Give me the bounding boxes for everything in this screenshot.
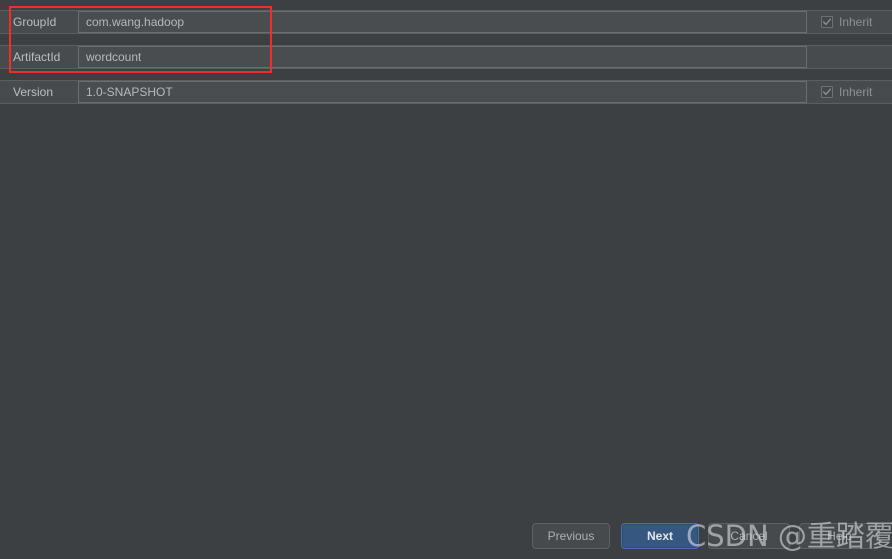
dialog-button-bar: Previous Next Cancel Help [0,523,892,553]
artifactid-value: wordcount [86,50,142,64]
version-value: 1.0-SNAPSHOT [86,85,173,99]
version-label: Version [13,85,54,99]
next-button[interactable]: Next [621,523,699,549]
artifactid-input[interactable]: wordcount [78,46,807,68]
groupid-inherit-label: Inherit [839,15,873,29]
groupid-input[interactable]: com.wang.hadoop [78,11,807,33]
groupid-inherit-control[interactable]: Inherit [821,13,872,31]
groupid-value: com.wang.hadoop [86,15,185,29]
version-inherit-label: Inherit [839,85,873,99]
maven-coordinates-form: GroupId com.wang.hadoop Inherit Artifact… [0,0,892,110]
checkbox-checked-icon[interactable] [821,86,833,98]
groupid-label: GroupId [13,15,57,29]
previous-button[interactable]: Previous [532,523,610,549]
checkbox-checked-icon[interactable] [821,16,833,28]
artifactid-label: ArtifactId [13,50,61,64]
cancel-button[interactable]: Cancel [708,523,790,549]
help-button[interactable]: Help [799,523,880,549]
version-inherit-control[interactable]: Inherit [821,83,872,101]
version-input[interactable]: 1.0-SNAPSHOT [78,81,807,103]
